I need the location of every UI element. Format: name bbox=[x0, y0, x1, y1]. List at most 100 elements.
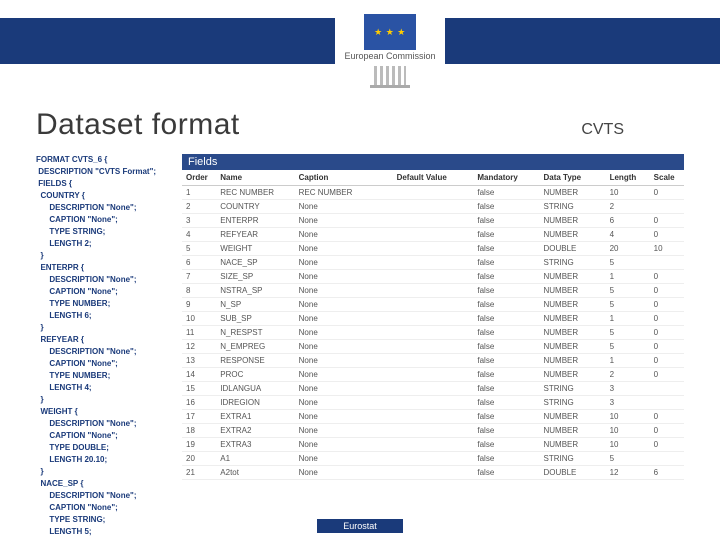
cell-def bbox=[393, 256, 474, 270]
table-row: 9N_SPNonefalseNUMBER50 bbox=[182, 298, 684, 312]
cell-mand: false bbox=[473, 242, 539, 256]
col-datatype: Data Type bbox=[539, 170, 605, 186]
table-row: 11N_RESPSTNonefalseNUMBER50 bbox=[182, 326, 684, 340]
cell-type: NUMBER bbox=[539, 438, 605, 452]
cell-order: 20 bbox=[182, 452, 216, 466]
cell-sca bbox=[650, 256, 684, 270]
cell-mand: false bbox=[473, 326, 539, 340]
cell-caption: None bbox=[295, 368, 393, 382]
cell-name: NSTRA_SP bbox=[216, 284, 294, 298]
cell-def bbox=[393, 382, 474, 396]
cell-def bbox=[393, 340, 474, 354]
cell-mand: false bbox=[473, 298, 539, 312]
cell-mand: false bbox=[473, 396, 539, 410]
table-row: 6NACE_SPNonefalseSTRING5 bbox=[182, 256, 684, 270]
cell-order: 13 bbox=[182, 354, 216, 368]
page-title: Dataset format bbox=[36, 108, 240, 142]
cell-name: A1 bbox=[216, 452, 294, 466]
cell-mand: false bbox=[473, 270, 539, 284]
cell-type: NUMBER bbox=[539, 298, 605, 312]
cell-caption: None bbox=[295, 382, 393, 396]
col-order: Order bbox=[182, 170, 216, 186]
cell-type: NUMBER bbox=[539, 284, 605, 298]
cell-sca: 0 bbox=[650, 284, 684, 298]
cell-mand: false bbox=[473, 200, 539, 214]
cell-caption: None bbox=[295, 340, 393, 354]
cell-len: 5 bbox=[606, 326, 650, 340]
fields-table: Order Name Caption Default Value Mandato… bbox=[182, 170, 684, 480]
cell-mand: false bbox=[473, 312, 539, 326]
cell-caption: None bbox=[295, 396, 393, 410]
col-length: Length bbox=[606, 170, 650, 186]
table-row: 7SIZE_SPNonefalseNUMBER10 bbox=[182, 270, 684, 284]
cell-mand: false bbox=[473, 354, 539, 368]
cell-def bbox=[393, 242, 474, 256]
table-row: 19EXTRA3NonefalseNUMBER100 bbox=[182, 438, 684, 452]
cell-caption: None bbox=[295, 424, 393, 438]
cell-name: NACE_SP bbox=[216, 256, 294, 270]
cell-len: 10 bbox=[606, 438, 650, 452]
cell-caption: None bbox=[295, 270, 393, 284]
cell-type: STRING bbox=[539, 396, 605, 410]
cell-def bbox=[393, 368, 474, 382]
cell-sca: 0 bbox=[650, 270, 684, 284]
table-row: 3ENTERPRNonefalseNUMBER60 bbox=[182, 214, 684, 228]
footer-label: Eurostat bbox=[317, 519, 403, 533]
table-row: 16IDREGIONNonefalseSTRING3 bbox=[182, 396, 684, 410]
cell-mand: false bbox=[473, 438, 539, 452]
cell-len: 5 bbox=[606, 298, 650, 312]
cell-caption: None bbox=[295, 228, 393, 242]
cell-sca: 0 bbox=[650, 312, 684, 326]
cell-sca bbox=[650, 396, 684, 410]
table-row: 5WEIGHTNonefalseDOUBLE2010 bbox=[182, 242, 684, 256]
cell-name: WEIGHT bbox=[216, 242, 294, 256]
fields-header: Fields bbox=[182, 154, 684, 170]
cell-mand: false bbox=[473, 452, 539, 466]
cell-len: 10 bbox=[606, 424, 650, 438]
cell-sca: 0 bbox=[650, 326, 684, 340]
cell-mand: false bbox=[473, 382, 539, 396]
cell-mand: false bbox=[473, 256, 539, 270]
cell-mand: false bbox=[473, 424, 539, 438]
table-row: 15IDLANGUANonefalseSTRING3 bbox=[182, 382, 684, 396]
cell-order: 17 bbox=[182, 410, 216, 424]
cell-caption: None bbox=[295, 438, 393, 452]
cell-def bbox=[393, 284, 474, 298]
cell-order: 6 bbox=[182, 256, 216, 270]
cell-type: DOUBLE bbox=[539, 242, 605, 256]
cell-type: NUMBER bbox=[539, 424, 605, 438]
cell-def bbox=[393, 326, 474, 340]
cell-len: 10 bbox=[606, 186, 650, 200]
col-caption: Caption bbox=[295, 170, 393, 186]
cell-order: 21 bbox=[182, 466, 216, 480]
cell-len: 5 bbox=[606, 284, 650, 298]
table-row: 8NSTRA_SPNonefalseNUMBER50 bbox=[182, 284, 684, 298]
cell-caption: None bbox=[295, 284, 393, 298]
table-row: 13RESPONSENonefalseNUMBER10 bbox=[182, 354, 684, 368]
cell-def bbox=[393, 214, 474, 228]
cell-type: NUMBER bbox=[539, 354, 605, 368]
cell-def bbox=[393, 270, 474, 284]
cell-name: IDREGION bbox=[216, 396, 294, 410]
col-default: Default Value bbox=[393, 170, 474, 186]
cell-name: N_EMPREG bbox=[216, 340, 294, 354]
cell-order: 11 bbox=[182, 326, 216, 340]
table-row: 2COUNTRYNonefalseSTRING2 bbox=[182, 200, 684, 214]
cell-sca: 0 bbox=[650, 354, 684, 368]
cell-len: 4 bbox=[606, 228, 650, 242]
table-header-row: Order Name Caption Default Value Mandato… bbox=[182, 170, 684, 186]
cell-type: NUMBER bbox=[539, 186, 605, 200]
cell-sca: 0 bbox=[650, 340, 684, 354]
cell-name: EXTRA2 bbox=[216, 424, 294, 438]
cell-caption: None bbox=[295, 256, 393, 270]
cell-len: 5 bbox=[606, 452, 650, 466]
cell-def bbox=[393, 312, 474, 326]
cell-mand: false bbox=[473, 368, 539, 382]
cell-type: STRING bbox=[539, 452, 605, 466]
cell-caption: None bbox=[295, 326, 393, 340]
cell-type: NUMBER bbox=[539, 270, 605, 284]
table-row: 17EXTRA1NonefalseNUMBER100 bbox=[182, 410, 684, 424]
cell-caption: None bbox=[295, 242, 393, 256]
cell-name: COUNTRY bbox=[216, 200, 294, 214]
cell-len: 12 bbox=[606, 466, 650, 480]
